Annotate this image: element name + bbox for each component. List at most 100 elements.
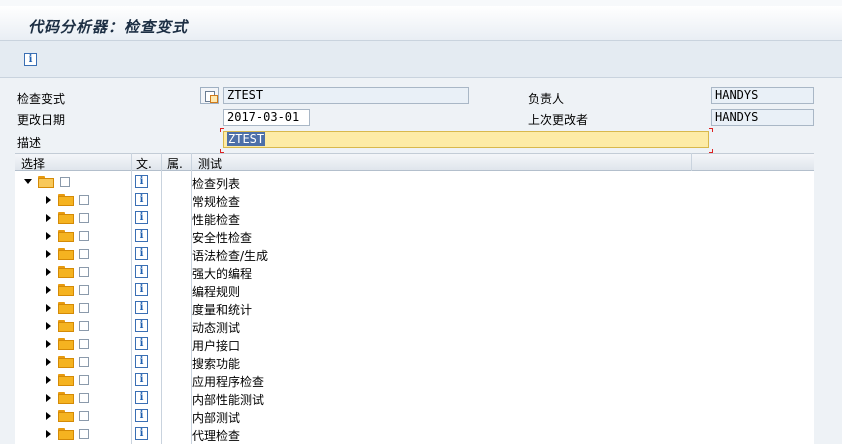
tree-row-label: 应用程序检查	[192, 375, 265, 389]
info-icon[interactable]: i	[135, 301, 148, 314]
select-checkbox[interactable]	[79, 411, 89, 421]
expand-arrow-icon[interactable]	[46, 286, 51, 294]
info-icon[interactable]: i	[135, 283, 148, 296]
description-field[interactable]: ZTEST	[223, 131, 709, 148]
owner-field[interactable]: HANDYS	[711, 87, 814, 104]
folder-icon	[58, 212, 75, 224]
folder-icon	[58, 230, 75, 242]
header-documentation[interactable]: 文.	[136, 155, 152, 172]
tree-row[interactable]: i 代理检查	[15, 425, 814, 443]
select-checkbox[interactable]	[79, 393, 89, 403]
expand-arrow-icon[interactable]	[46, 340, 51, 348]
folder-icon	[58, 428, 75, 440]
select-checkbox[interactable]	[79, 213, 89, 223]
value-help-button[interactable]	[200, 87, 219, 104]
value-help-icon-overlay	[210, 95, 218, 103]
select-checkbox[interactable]	[79, 195, 89, 205]
folder-icon	[58, 410, 75, 422]
select-checkbox[interactable]	[79, 321, 89, 331]
description-label: 描述	[17, 136, 42, 150]
description-value: ZTEST	[227, 132, 266, 146]
folder-icon	[58, 302, 75, 314]
tree-row-label: 常规检查	[192, 195, 241, 209]
info-icon[interactable]: i	[135, 391, 148, 404]
tree-row[interactable]: i 度量和统计	[15, 299, 814, 317]
info-icon[interactable]: i	[135, 229, 148, 242]
expand-arrow-icon[interactable]	[46, 268, 51, 276]
tree-row-label: 检查列表	[192, 177, 241, 191]
variant-field[interactable]: ZTEST	[223, 87, 469, 104]
folder-icon	[58, 356, 75, 368]
select-checkbox[interactable]	[79, 339, 89, 349]
expand-arrow-icon[interactable]	[46, 214, 51, 222]
info-icon[interactable]: i	[135, 409, 148, 422]
collapse-arrow-icon[interactable]	[24, 179, 32, 184]
expand-arrow-icon[interactable]	[46, 430, 51, 438]
info-icon[interactable]: i	[135, 265, 148, 278]
expand-arrow-icon[interactable]	[46, 394, 51, 402]
info-icon[interactable]: i	[135, 337, 148, 350]
header-form: 检查变式 ZTEST 负责人 HANDYS 更改日期 2017-03-01 上次…	[0, 78, 842, 153]
info-icon[interactable]: i	[135, 373, 148, 386]
expand-arrow-icon[interactable]	[46, 232, 51, 240]
tree-row-label: 内部测试	[192, 411, 241, 425]
expand-arrow-icon[interactable]	[46, 304, 51, 312]
tree-row-label: 搜索功能	[192, 357, 241, 371]
folder-icon	[58, 338, 75, 350]
title-bar: 代码分析器：检查变式	[0, 6, 842, 41]
info-icon[interactable]: i	[135, 175, 148, 188]
column-divider[interactable]	[691, 153, 692, 171]
select-checkbox[interactable]	[79, 357, 89, 367]
header-attributes[interactable]: 属.	[167, 155, 183, 172]
info-icon[interactable]: i	[135, 193, 148, 206]
select-checkbox[interactable]	[79, 267, 89, 277]
required-marker	[220, 128, 224, 132]
tree-row-label: 用户接口	[192, 339, 241, 353]
select-checkbox[interactable]	[79, 429, 89, 439]
expand-arrow-icon[interactable]	[46, 412, 51, 420]
tree-row[interactable]: i 动态测试	[15, 317, 814, 335]
tree-row[interactable]: i 内部测试	[15, 407, 814, 425]
expand-arrow-icon[interactable]	[46, 322, 51, 330]
folder-icon	[58, 248, 75, 260]
expand-arrow-icon[interactable]	[46, 358, 51, 366]
expand-arrow-icon[interactable]	[46, 196, 51, 204]
tree-row-root[interactable]: i 检查列表	[15, 173, 814, 191]
expand-arrow-icon[interactable]	[46, 250, 51, 258]
page-title: 代码分析器：检查变式	[28, 18, 189, 36]
tree-row[interactable]: i 强大的编程	[15, 263, 814, 281]
tree-row[interactable]: i 应用程序检查	[15, 371, 814, 389]
tree-row[interactable]: i 搜索功能	[15, 353, 814, 371]
tree-header: 选择 文. 属. 测试	[15, 153, 814, 171]
tree-row[interactable]: i 性能检查	[15, 209, 814, 227]
select-checkbox[interactable]	[79, 375, 89, 385]
tree-row[interactable]: i 安全性检查	[15, 227, 814, 245]
tree-row[interactable]: i 内部性能测试	[15, 389, 814, 407]
tree-row[interactable]: i 用户接口	[15, 335, 814, 353]
tree-row[interactable]: i 语法检查/生成	[15, 245, 814, 263]
select-checkbox[interactable]	[60, 177, 70, 187]
info-icon[interactable]: i	[135, 319, 148, 332]
select-checkbox[interactable]	[79, 249, 89, 259]
folder-icon	[58, 320, 75, 332]
info-icon[interactable]: i	[135, 355, 148, 368]
changed-on-field[interactable]: 2017-03-01	[223, 109, 310, 126]
tree-row-label: 度量和统计	[192, 303, 253, 317]
expand-arrow-icon[interactable]	[46, 376, 51, 384]
info-icon[interactable]: i	[135, 427, 148, 440]
tree-row-label: 代理检查	[192, 429, 241, 443]
tree-row[interactable]: i 常规检查	[15, 191, 814, 209]
header-test[interactable]: 测试	[198, 155, 222, 172]
select-checkbox[interactable]	[79, 285, 89, 295]
tree-row-label: 编程规则	[192, 285, 241, 299]
info-icon[interactable]: i	[135, 211, 148, 224]
tree-row[interactable]: i 编程规则	[15, 281, 814, 299]
header-select[interactable]: 选择	[21, 155, 45, 172]
select-checkbox[interactable]	[79, 231, 89, 241]
tree-row-label: 语法检查/生成	[192, 249, 269, 263]
info-icon[interactable]: i	[135, 247, 148, 260]
info-icon[interactable]: i	[24, 53, 37, 66]
select-checkbox[interactable]	[79, 303, 89, 313]
last-changed-by-field[interactable]: HANDYS	[711, 109, 814, 126]
folder-icon	[58, 284, 75, 296]
